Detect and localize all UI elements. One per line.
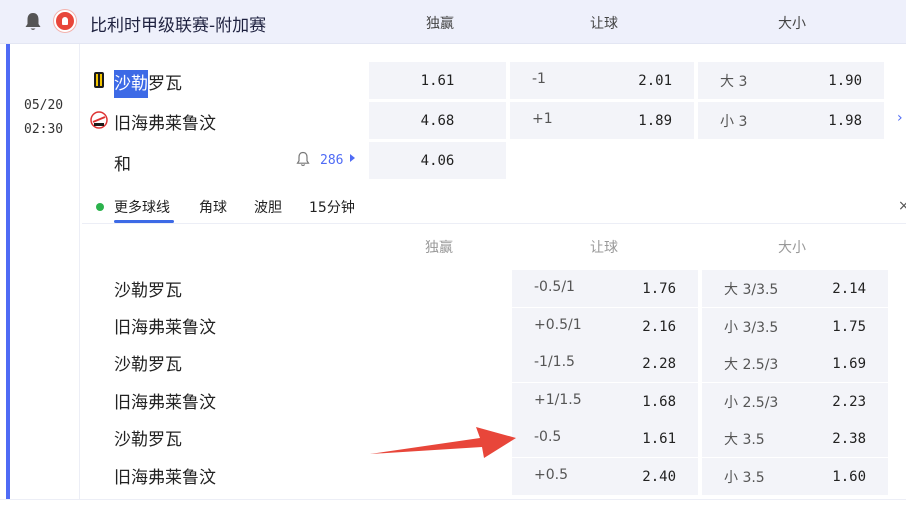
home-win-odds-cell[interactable]: 1.61 (369, 62, 506, 99)
odds-value: 1.75 (832, 319, 866, 335)
line-team-name: 旧海弗莱鲁汶 (114, 468, 216, 488)
home-team-logo-icon (94, 72, 104, 88)
line-team-name: 沙勒罗瓦 (114, 430, 182, 450)
match-date: 05/20 (24, 98, 64, 113)
line-ou-cell[interactable]: 大 3/3.5 2.14 (702, 270, 888, 307)
live-dot-icon (96, 203, 104, 211)
handicap-line: +0.5/1 (534, 317, 582, 333)
odds-value: 1.89 (638, 113, 672, 129)
handicap-home-cell[interactable]: -1 2.01 (510, 62, 694, 99)
odds-value: 2.16 (642, 319, 676, 335)
header-col-1x2: 独赢 (426, 16, 454, 32)
odds-value: 4.06 (420, 153, 455, 169)
away-team-name[interactable]: 旧海弗莱鲁汶 (114, 109, 216, 134)
home-team-name[interactable]: 沙勒罗瓦 (114, 69, 182, 98)
odds-value: 1.60 (832, 469, 866, 485)
line-ou-cell[interactable]: 小 2.5/3 2.23 (702, 383, 888, 420)
line-team-name: 沙勒罗瓦 (114, 281, 182, 301)
tab-corners[interactable]: 角球 (199, 197, 227, 217)
handicap-line: +0.5 (534, 467, 568, 483)
line-handicap-cell[interactable]: -0.5/1 1.76 (512, 270, 698, 307)
handicap-line: -1/1.5 (534, 354, 575, 370)
league-header: 比利时甲级联赛-附加赛 独赢 让球 大小 (0, 0, 906, 44)
away-team-logo-icon (90, 111, 108, 129)
line-team-name: 沙勒罗瓦 (114, 355, 182, 375)
league-title[interactable]: 比利时甲级联赛-附加赛 (90, 11, 266, 36)
odds-value: 1.61 (420, 73, 455, 89)
line-ou-cell[interactable]: 小 3/3.5 1.75 (702, 308, 888, 345)
over-cell[interactable]: 大 3 1.90 (698, 62, 884, 99)
ou-line: 小 3 (720, 114, 748, 130)
odds-value: 1.61 (642, 431, 676, 447)
home-team-selected-text: 沙勒 (114, 70, 148, 98)
league-logo-icon (54, 10, 76, 32)
more-markets-count[interactable]: 286 (320, 153, 343, 168)
line-handicap-cell[interactable]: -0.5 1.61 (512, 420, 698, 457)
line-ou-cell[interactable]: 小 3.5 1.60 (702, 458, 888, 495)
ou-line: 大 3.5 (724, 432, 765, 448)
caret-right-icon[interactable] (350, 154, 355, 162)
handicap-line: -1 (532, 71, 546, 87)
draw-odds-cell[interactable]: 4.06 (369, 142, 506, 179)
active-tab-indicator (114, 220, 174, 223)
line-team-name: 旧海弗莱鲁汶 (114, 318, 216, 338)
ou-line: 大 3 (720, 74, 748, 90)
odds-value: 2.38 (832, 431, 866, 447)
line-team-name: 旧海弗莱鲁汶 (114, 393, 216, 413)
header-col-handicap: 让球 (590, 16, 618, 32)
handicap-line: +1 (532, 111, 553, 127)
handicap-line: -0.5 (534, 429, 562, 445)
handicap-away-cell[interactable]: +1 1.89 (510, 102, 694, 139)
ou-line: 小 3/3.5 (724, 320, 779, 336)
ou-line: 大 3/3.5 (724, 282, 779, 298)
odds-value: 1.98 (828, 113, 862, 129)
ou-line: 小 2.5/3 (724, 395, 779, 411)
odds-value: 2.14 (832, 281, 866, 297)
sub-header-1x2: 独赢 (425, 240, 453, 256)
chevron-right-icon[interactable]: › (897, 110, 903, 126)
line-handicap-cell[interactable]: -1/1.5 2.28 (512, 345, 698, 382)
ou-line: 大 2.5/3 (724, 357, 779, 373)
odds-value: 1.68 (642, 394, 676, 410)
odds-value: 2.23 (832, 394, 866, 410)
bottom-divider (0, 499, 906, 500)
sub-header-ou: 大小 (778, 240, 806, 256)
bell-icon[interactable] (24, 12, 42, 32)
line-ou-cell[interactable]: 大 2.5/3 1.69 (702, 345, 888, 382)
away-win-odds-cell[interactable]: 4.68 (369, 102, 506, 139)
odds-value: 1.76 (642, 281, 676, 297)
odds-value: 1.69 (832, 356, 866, 372)
under-cell[interactable]: 小 3 1.98 (698, 102, 884, 139)
header-col-ou: 大小 (778, 16, 806, 32)
odds-value: 2.40 (642, 469, 676, 485)
odds-value: 1.90 (828, 73, 862, 89)
ou-line: 小 3.5 (724, 470, 765, 486)
line-ou-cell[interactable]: 大 3.5 2.38 (702, 420, 888, 457)
handicap-line: +1/1.5 (534, 392, 582, 408)
odds-value: 2.28 (642, 356, 676, 372)
line-handicap-cell[interactable]: +0.5 2.40 (512, 458, 698, 495)
handicap-line: -0.5/1 (534, 279, 575, 295)
draw-label: 和 (114, 155, 131, 175)
tab-15-minutes[interactable]: 15分钟 (309, 197, 355, 217)
odds-value: 2.01 (638, 73, 672, 89)
odds-value: 4.68 (420, 113, 455, 129)
close-icon[interactable]: × (898, 198, 906, 214)
home-team-rest-text: 罗瓦 (148, 74, 182, 94)
tab-correct-score[interactable]: 波胆 (254, 197, 282, 217)
line-handicap-cell[interactable]: +0.5/1 2.16 (512, 308, 698, 345)
match-time: 02:30 (24, 122, 64, 137)
bell-outline-icon[interactable] (296, 151, 310, 167)
sub-header-handicap: 让球 (590, 240, 618, 256)
tab-more-lines[interactable]: 更多球线 (114, 197, 170, 217)
line-handicap-cell[interactable]: +1/1.5 1.68 (512, 383, 698, 420)
red-arrow-annotation-icon (370, 427, 516, 458)
